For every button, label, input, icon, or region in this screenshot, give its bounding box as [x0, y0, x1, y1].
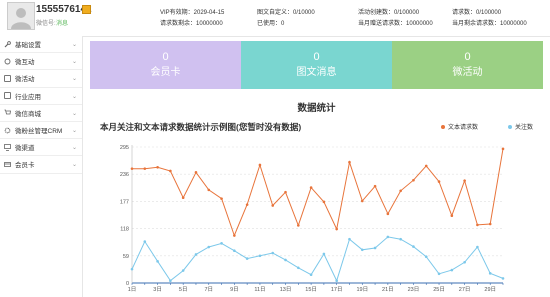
data-point: [437, 180, 441, 183]
x-tick-label: 27日: [459, 286, 471, 293]
data-point: [130, 167, 134, 170]
data-point: [373, 246, 377, 250]
data-point: [143, 167, 147, 170]
x-tick-label: 23日: [408, 286, 420, 293]
y-tick-label: 236: [120, 172, 129, 178]
data-point: [233, 249, 236, 253]
data-point: [271, 251, 275, 255]
x-tick-label: 21日: [382, 286, 394, 293]
data-point: [386, 235, 390, 239]
data-point: [424, 164, 428, 168]
data-point: [424, 255, 428, 259]
x-tick-label: 29日: [484, 286, 496, 293]
data-point: [360, 248, 364, 252]
data-point: [412, 245, 415, 248]
data-point: [297, 266, 300, 270]
x-tick-label: 9日: [230, 286, 239, 293]
x-tick-label: 19日: [356, 286, 368, 293]
data-point: [169, 169, 172, 173]
data-point: [501, 147, 505, 151]
data-point: [130, 267, 134, 271]
data-point: [169, 279, 172, 282]
series-line-2: [131, 236, 504, 283]
data-point: [399, 237, 402, 241]
data-point: [220, 197, 223, 200]
data-point: [348, 160, 351, 164]
data-point: [463, 260, 466, 264]
data-point: [373, 184, 377, 188]
data-point: [194, 171, 198, 174]
data-point: [412, 178, 415, 182]
data-point: [386, 212, 390, 216]
data-point: [309, 186, 313, 189]
x-tick-label: 25日: [433, 286, 445, 293]
data-point: [322, 252, 326, 256]
data-point: [476, 245, 479, 249]
data-point: [399, 189, 402, 193]
x-tick-label: 7日: [204, 286, 213, 293]
line-chart: 0591181772362951日 3日 5日 7日 9日 11日 13日 15日 17日 19日…: [120, 145, 505, 293]
x-tick-label: 15日: [305, 286, 317, 293]
data-point: [220, 242, 223, 245]
x-tick-label: 5日: [179, 286, 188, 293]
data-point: [488, 272, 492, 275]
data-point: [309, 273, 313, 277]
y-tick-label: 177: [120, 199, 129, 205]
data-point: [450, 268, 454, 272]
data-point: [348, 237, 351, 241]
data-point: [207, 245, 211, 249]
data-point: [284, 258, 287, 262]
data-point: [488, 222, 492, 226]
data-point: [258, 163, 262, 167]
y-tick-label: 59: [123, 254, 129, 260]
data-point: [297, 224, 300, 227]
x-tick-label: 13日: [280, 286, 292, 293]
data-point: [245, 203, 249, 206]
x-tick-label: 3日: [153, 286, 162, 293]
data-point: [156, 165, 159, 169]
data-point: [360, 199, 364, 203]
data-point: [335, 227, 338, 231]
data-point: [463, 179, 466, 182]
data-point: [194, 253, 198, 256]
data-point: [437, 272, 441, 276]
data-point: [181, 269, 185, 272]
x-tick-label: 11日: [254, 286, 265, 293]
data-point: [450, 214, 454, 217]
data-point: [233, 234, 236, 237]
data-point: [271, 204, 275, 207]
data-point: [258, 254, 262, 258]
y-tick-label: 118: [120, 227, 129, 233]
x-tick-label: 1日: [128, 286, 137, 293]
data-point: [245, 257, 249, 260]
x-tick-label: 17日: [331, 286, 343, 293]
series-line-1: [132, 148, 504, 237]
data-point: [284, 190, 287, 194]
y-tick-label: 295: [120, 145, 129, 151]
data-point: [181, 196, 185, 200]
data-point: [335, 279, 338, 282]
data-point: [143, 240, 147, 243]
data-point: [322, 200, 326, 204]
data-point: [476, 223, 479, 227]
data-point: [501, 277, 505, 280]
data-point: [156, 260, 159, 263]
data-point: [207, 188, 211, 192]
